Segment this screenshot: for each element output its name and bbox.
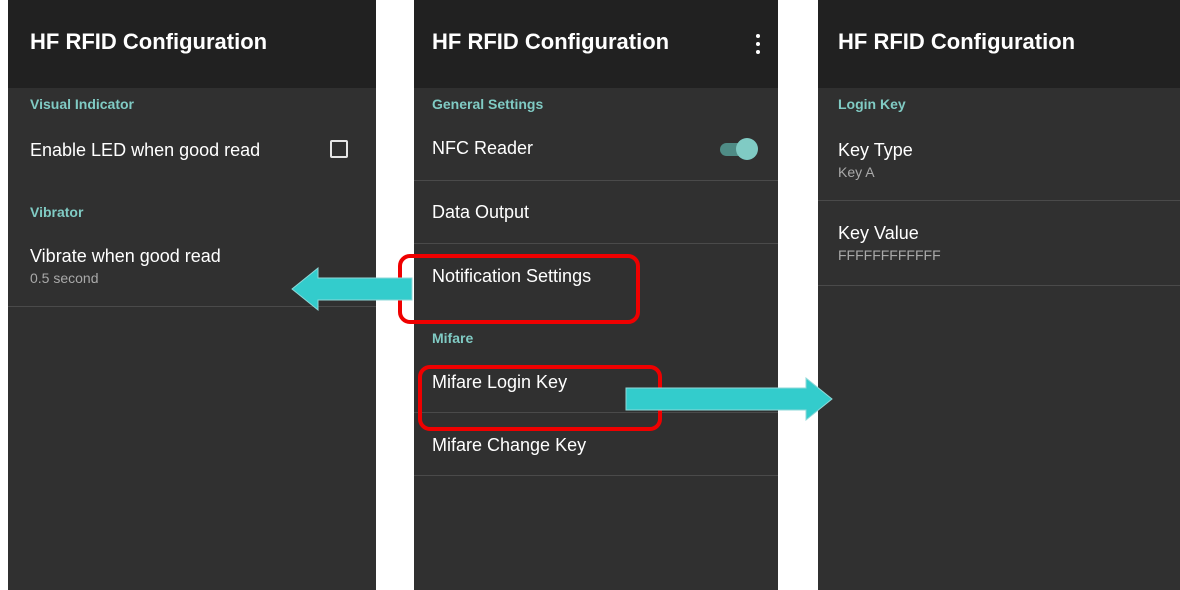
section-header-mifare: Mifare (432, 330, 474, 346)
app-bar-title: HF RFID Configuration (30, 29, 268, 54)
setting-title: NFC Reader (432, 138, 534, 158)
setting-title: Data Output (432, 202, 530, 222)
app-bar: HF RFID Configuration (414, 0, 778, 88)
setting-key-type[interactable]: Key Type Key A (818, 126, 1180, 200)
section-header-login-key: Login Key (838, 96, 906, 112)
setting-title: Mifare Change Key (432, 435, 587, 455)
setting-enable-led[interactable]: Enable LED when good read (8, 126, 376, 178)
notification-settings-highlight (398, 254, 640, 324)
app-bar: HF RFID Configuration (8, 0, 376, 88)
setting-data-output[interactable]: Data Output (414, 181, 778, 243)
divider (818, 285, 1180, 286)
arrow-left-icon (291, 266, 413, 312)
setting-title: Enable LED when good read (30, 140, 261, 160)
toggle-thumb (736, 138, 758, 160)
setting-nfc-reader[interactable]: NFC Reader (414, 118, 778, 180)
setting-title: Key Value (838, 223, 919, 243)
setting-summary: 0.5 second (30, 270, 99, 286)
section-header-general-settings: General Settings (432, 96, 544, 112)
setting-key-value[interactable]: Key Value FFFFFFFFFFFF (818, 201, 1180, 285)
setting-summary: Key A (838, 164, 875, 180)
setting-title: Key Type (838, 140, 913, 160)
enable-led-checkbox[interactable] (330, 140, 348, 158)
overflow-menu-icon[interactable] (748, 30, 768, 58)
section-header-vibrator: Vibrator (30, 204, 84, 220)
divider (414, 475, 778, 476)
setting-title: Vibrate when good read (30, 246, 221, 266)
screen-mifare-login-key: HF RFID Configuration Login Key Key Type… (818, 0, 1180, 590)
app-bar-title: HF RFID Configuration (838, 29, 1076, 54)
nfc-reader-toggle[interactable] (718, 137, 762, 161)
app-bar: HF RFID Configuration (818, 0, 1180, 88)
arrow-right-icon (625, 376, 833, 422)
app-bar-title: HF RFID Configuration (432, 29, 670, 54)
section-header-visual-indicator: Visual Indicator (30, 96, 134, 112)
setting-summary: FFFFFFFFFFFF (838, 247, 941, 263)
